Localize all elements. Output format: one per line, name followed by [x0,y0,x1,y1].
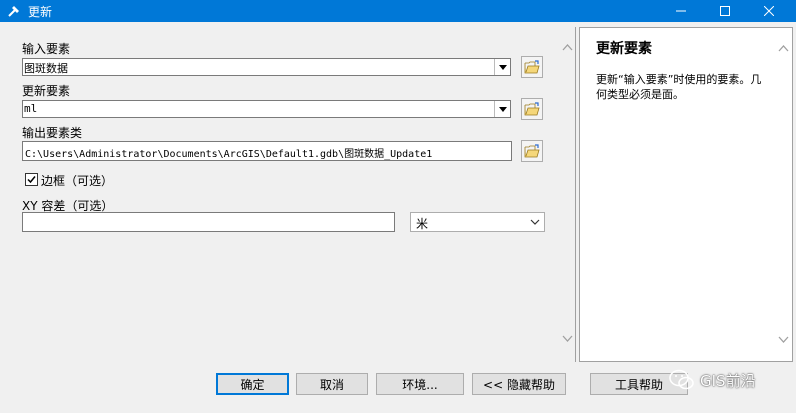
border-checkbox[interactable] [25,173,38,186]
parameters-pane: 输入要素 图斑数据 更新要素 ml 输出要素类 C:\Users\Adminis… [3,27,576,362]
update-features-combo[interactable]: ml [22,100,511,118]
update-features-value: ml [24,102,38,115]
checkmark-icon [27,176,36,184]
environments-button[interactable]: 环境... [376,373,464,395]
minimize-button[interactable] [658,0,704,22]
parameters-scrollbar[interactable] [559,37,576,357]
xy-tolerance-field[interactable] [22,212,395,232]
border-label: 边框（可选） [41,174,114,188]
close-icon [764,6,774,16]
maximize-icon [720,6,730,16]
dropdown-arrow-icon[interactable] [494,59,510,75]
input-features-browse-button[interactable] [521,56,543,78]
watermark-text: GIS前沿 [700,371,756,390]
output-class-field[interactable]: C:\Users\Administrator\Documents\ArcGIS\… [22,141,512,161]
minimize-icon [676,10,686,12]
chevron-down-icon[interactable] [778,336,789,344]
update-features-browse-button[interactable] [521,98,543,120]
input-features-label: 输入要素 [22,42,71,56]
window-title: 更新 [28,5,53,19]
close-button[interactable] [746,0,792,22]
maximize-button[interactable] [702,0,748,22]
help-pane: 更新要素 更新“输入要素”时使用的要素。几何类型必须是面。 [579,27,793,362]
chevron-up-icon[interactable] [562,43,573,51]
open-folder-icon [524,60,540,74]
open-folder-icon [524,102,540,116]
hide-help-button[interactable]: << 隐藏帮助 [472,373,566,395]
cancel-button[interactable]: 取消 [296,373,368,395]
input-features-combo[interactable]: 图斑数据 [22,58,511,76]
output-class-label: 输出要素类 [22,126,83,140]
title-bar: 更新 [0,0,796,22]
chevron-up-icon[interactable] [778,44,789,52]
hammer-icon [8,6,19,17]
ok-button[interactable]: 确定 [216,373,289,395]
chevron-down-icon [530,219,540,225]
open-folder-icon [524,144,540,158]
input-features-value: 图斑数据 [24,62,68,75]
watermark: GIS前沿 [668,368,756,392]
unit-select[interactable]: 米 [410,212,545,232]
help-title: 更新要素 [596,41,652,57]
update-features-label: 更新要素 [22,84,71,98]
help-text: 更新“输入要素”时使用的要素。几何类型必须是面。 [596,73,762,101]
dropdown-arrow-icon[interactable] [494,101,510,117]
unit-value: 米 [416,217,429,231]
chevron-down-icon[interactable] [562,335,573,343]
help-scrollbar[interactable] [775,38,792,358]
output-class-browse-button[interactable] [521,140,543,162]
output-class-value: C:\Users\Administrator\Documents\ArcGIS\… [25,149,433,160]
wechat-logo-icon [669,369,694,390]
